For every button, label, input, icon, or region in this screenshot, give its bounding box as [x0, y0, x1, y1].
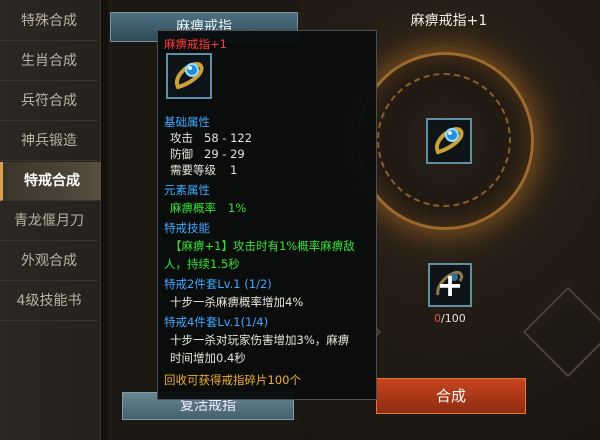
- nav-item-tally-synthesis[interactable]: 兵符合成: [0, 82, 98, 121]
- plus-icon: +: [436, 266, 464, 304]
- nav-item-zodiac-synthesis[interactable]: 生肖合成: [0, 42, 98, 81]
- attack-value: 58 - 122: [204, 131, 253, 145]
- result-item-slot[interactable]: [426, 118, 472, 164]
- level-label: 需要等级: [170, 163, 216, 177]
- tooltip-item-icon: [166, 53, 212, 99]
- set4-desc-line2: 时间增加0.4秒: [170, 351, 246, 365]
- craft-item-title: 麻痹戒指+1: [410, 13, 488, 29]
- paralysis-chance-value: 1%: [228, 201, 247, 215]
- material-total: /100: [441, 312, 466, 325]
- material-current: 0: [434, 312, 441, 325]
- material-count: 0/100: [434, 312, 466, 325]
- nav-item-qinglong-blade[interactable]: 青龙偃月刀: [0, 202, 98, 241]
- category-nav: 特殊合成 生肖合成 兵符合成 神兵锻造 特戒合成 青龙偃月刀 外观合成 4级技能…: [0, 0, 101, 440]
- nav-item-divine-weapon-forge[interactable]: 神兵锻造: [0, 122, 98, 161]
- decorative-frame: [522, 286, 600, 378]
- ring-icon: [435, 127, 464, 155]
- item-tooltip: 麻痹戒指+1 基础属性 攻击 58 - 122 防御 29 - 29 需要等级 …: [157, 30, 377, 400]
- recycle-note: 回收可获得戒指碎片100个: [164, 373, 301, 387]
- nav-item-special-ring-synthesis[interactable]: 特戒合成: [0, 162, 101, 201]
- set2-heading: 特戒2件套Lv.1 (1/2): [164, 277, 272, 291]
- nav-item-skill-book-lv4[interactable]: 4级技能书: [0, 282, 98, 321]
- tooltip-item-name: 麻痹戒指+1: [164, 37, 227, 51]
- ring-skill-desc-line2: 人，持续1.5秒: [164, 257, 240, 271]
- set4-desc-line1: 十步一杀对玩家伤害增加3%，麻痹: [170, 333, 350, 347]
- material-slot[interactable]: +: [428, 263, 472, 307]
- set4-heading: 特戒4件套Lv.1(1/4): [164, 315, 269, 329]
- ring-icon: [175, 62, 204, 90]
- defense-label: 防御: [170, 147, 193, 161]
- nav-item-special-synthesis[interactable]: 特殊合成: [0, 2, 98, 41]
- basic-attributes-heading: 基础属性: [164, 115, 210, 129]
- defense-value: 29 - 29: [204, 147, 245, 161]
- paralysis-chance-label: 麻痹概率: [170, 201, 216, 215]
- craft-button[interactable]: 合成: [376, 378, 526, 414]
- level-value: 1: [230, 163, 238, 177]
- attack-label: 攻击: [170, 131, 193, 145]
- element-attributes-heading: 元素属性: [164, 183, 210, 197]
- ring-skill-desc-line1: 【麻痹+1】攻击时有1%概率麻痹敌: [170, 239, 355, 253]
- ring-skill-heading: 特戒技能: [164, 221, 210, 235]
- nav-item-appearance-synthesis[interactable]: 外观合成: [0, 242, 98, 281]
- set2-desc: 十步一杀麻痹概率增加4%: [170, 295, 304, 309]
